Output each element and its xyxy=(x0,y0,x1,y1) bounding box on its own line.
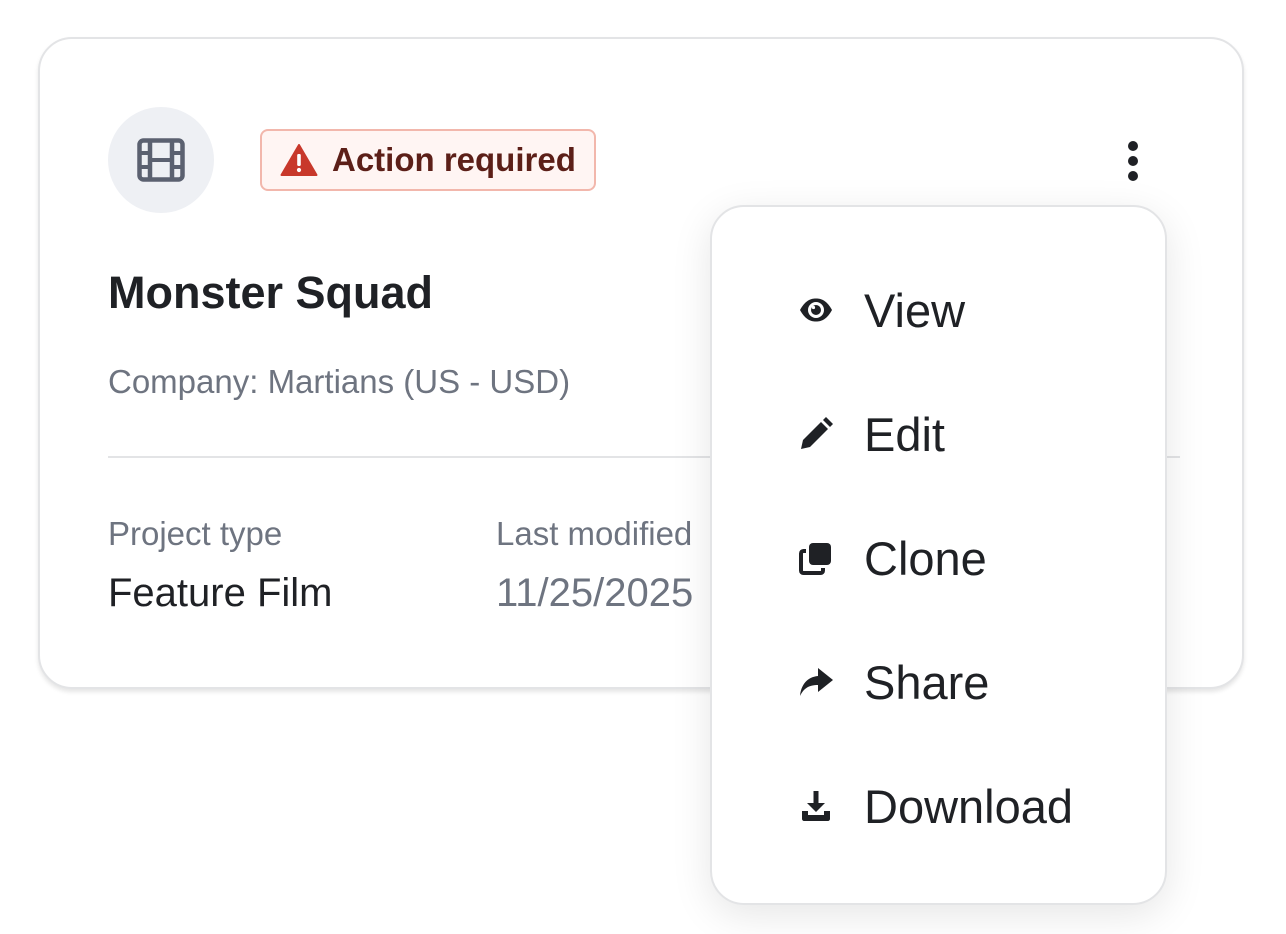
menu-item-share-label: Share xyxy=(864,655,990,709)
project-type-value: Feature Film xyxy=(108,571,333,615)
project-title[interactable]: Monster Squad xyxy=(108,267,433,319)
eye-icon xyxy=(798,292,834,328)
menu-item-clone[interactable]: Clone xyxy=(714,513,1165,603)
project-type-label: Project type xyxy=(108,515,283,552)
last-modified-value: 11/25/2025 xyxy=(496,571,694,615)
menu-item-edit-label: Edit xyxy=(864,407,945,461)
menu-item-download[interactable]: Download xyxy=(714,761,1165,851)
actions-dropdown-menu: View Edit Clone Share Download xyxy=(710,205,1167,905)
menu-item-edit[interactable]: Edit xyxy=(714,389,1165,479)
last-modified-label: Last modified xyxy=(496,515,693,552)
warning-triangle-icon xyxy=(280,144,318,176)
share-icon xyxy=(798,664,834,700)
menu-item-clone-label: Clone xyxy=(864,531,987,585)
film-icon xyxy=(137,138,185,182)
menu-item-share[interactable]: Share xyxy=(714,637,1165,727)
clone-icon xyxy=(798,540,834,576)
download-icon xyxy=(798,788,834,824)
status-badge: Action required xyxy=(260,129,596,191)
more-options-button[interactable] xyxy=(1112,137,1154,185)
project-company: Company: Martians (US - USD) xyxy=(108,363,571,400)
kebab-dot xyxy=(1128,171,1138,181)
status-badge-label: Action required xyxy=(332,141,576,178)
project-media-avatar xyxy=(108,107,214,213)
kebab-menu-icon xyxy=(1128,141,1138,151)
menu-item-view-label: View xyxy=(864,283,966,337)
menu-item-download-label: Download xyxy=(864,779,1074,833)
menu-item-view[interactable]: View xyxy=(714,265,1165,355)
kebab-dot xyxy=(1128,156,1138,166)
pencil-icon xyxy=(798,416,834,452)
